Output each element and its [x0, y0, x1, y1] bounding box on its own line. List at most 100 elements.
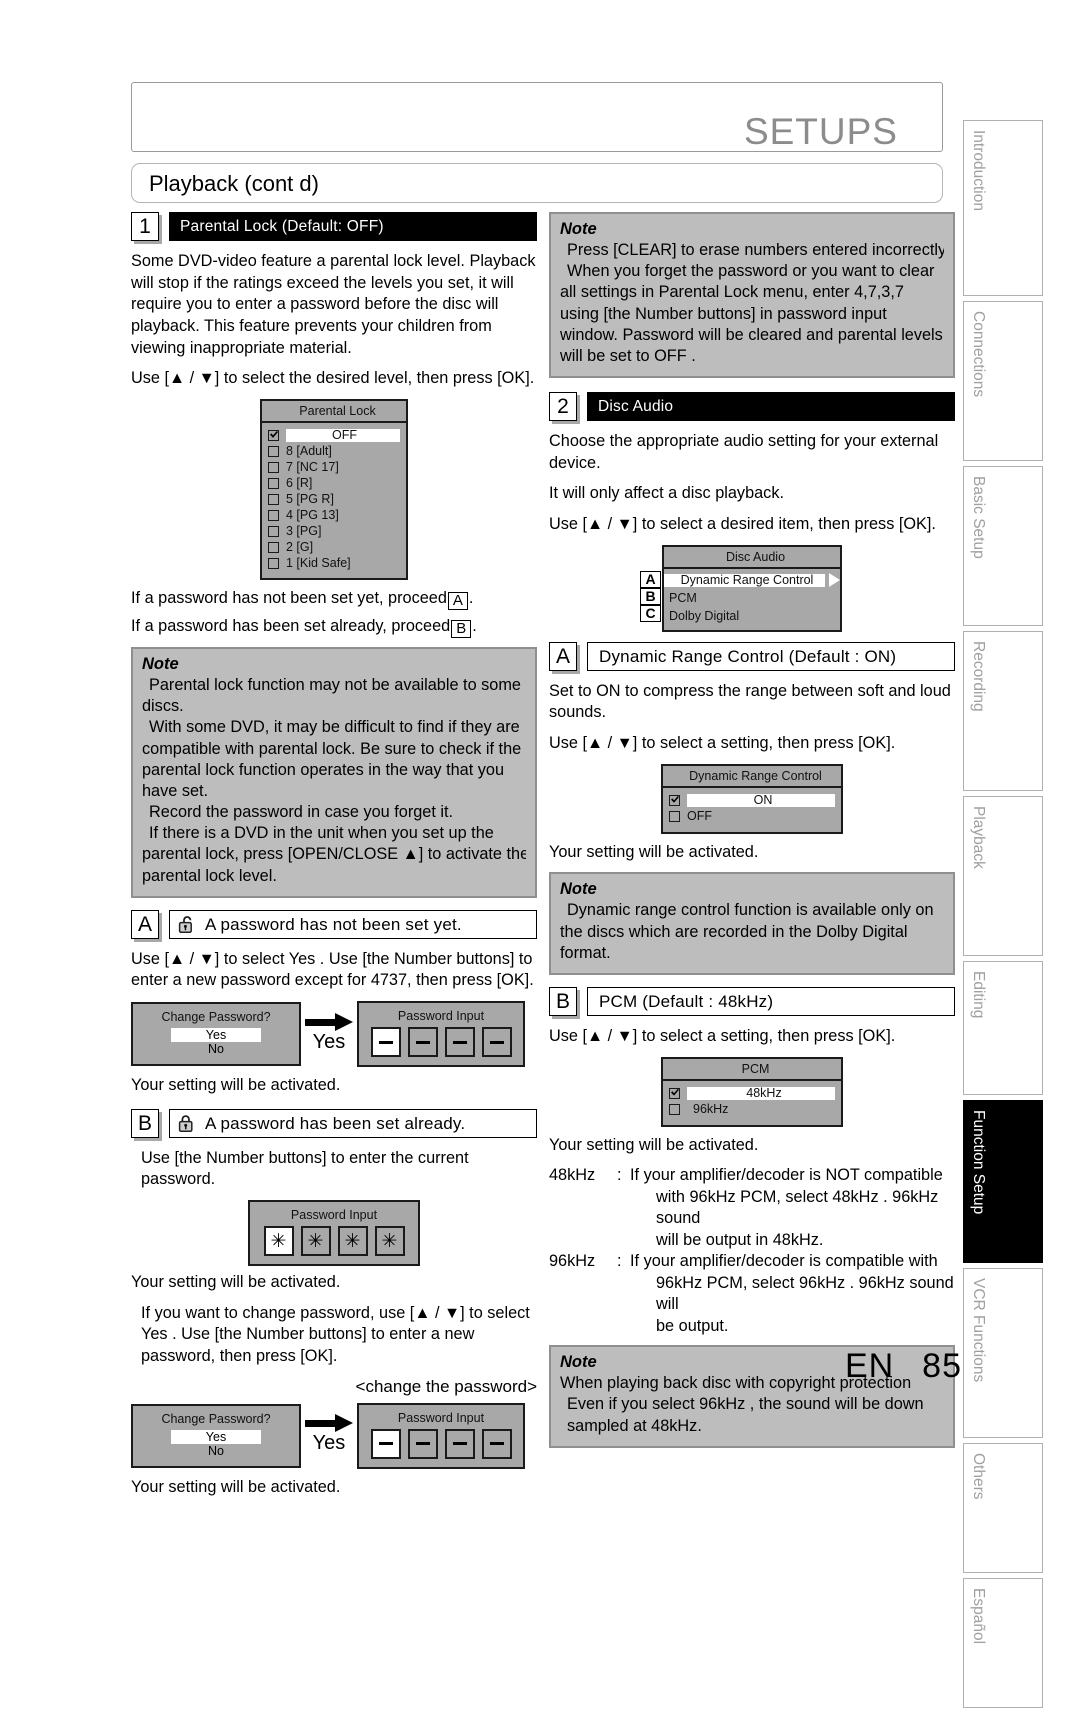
left-column: 1 Parental Lock (Default: OFF) Some DVD-…	[131, 212, 537, 1507]
section-title: Playback (cont d)	[149, 171, 319, 196]
disc-audio-item[interactable]: Dolby Digital	[664, 608, 840, 625]
section-a-tag: A	[131, 909, 159, 939]
proceed-a-text: If a password has not been set yet, proc…	[131, 589, 447, 608]
note-line: compatible with parental lock. Be sure t…	[142, 739, 522, 758]
sidebar-tab-playback[interactable]: Playback	[963, 796, 1043, 956]
disc-audio-item[interactable]: PCM	[664, 590, 840, 607]
sidebar-tab-basic-setup[interactable]: Basic Setup	[963, 466, 1043, 626]
note-line: window. Password will be cleared and par…	[560, 325, 943, 344]
sidebar-tab-function-setup[interactable]: Function Setup	[963, 1100, 1043, 1263]
parental-lock-item[interactable]: 3 [PG]	[268, 524, 400, 539]
sidebar-tab-espanol[interactable]: Español	[963, 1578, 1043, 1708]
pcm-def-line: with 96kHz PCM, select 48kHz . 96kHz sou…	[656, 1187, 939, 1228]
checkbox-icon[interactable]	[268, 510, 279, 522]
drc-item-label: OFF	[687, 809, 712, 824]
change-password-no[interactable]: No	[171, 1444, 261, 1458]
pcm-item[interactable]: 96kHz	[669, 1102, 835, 1118]
pcm-def-colon: :	[617, 1252, 622, 1271]
disc-audio-tag-stack: A B C	[640, 570, 661, 622]
pcm-def-term: 48kHz	[549, 1166, 596, 1185]
pcm-item[interactable]: 48kHz	[669, 1086, 835, 1102]
password-input-dialog[interactable]: Password Input	[357, 1001, 525, 1068]
pcm-def-line: If your amplifier/decoder is compatible …	[630, 1252, 938, 1271]
password-cell[interactable]	[370, 1428, 401, 1459]
password-input-dialog-b2[interactable]: Password Input	[357, 1402, 525, 1469]
sidebar-tab-others[interactable]: Others	[963, 1443, 1043, 1573]
password-cell[interactable]: ✳	[337, 1226, 368, 1257]
sidebar-tab-introduction[interactable]: Introduction	[963, 120, 1043, 296]
change-password-caption: Change Password?	[161, 1010, 271, 1025]
password-cell[interactable]: ✳	[374, 1226, 405, 1257]
password-cell[interactable]	[407, 1027, 438, 1058]
section-b-title: A password has been set already.	[205, 1113, 466, 1133]
checkbox-icon[interactable]	[669, 811, 680, 823]
checkbox-checked-icon[interactable]	[669, 1087, 680, 1099]
password-input-dialog-b[interactable]: Password Input ✳ ✳ ✳ ✳	[248, 1200, 420, 1267]
drc-section-tag: A	[549, 641, 577, 671]
disc-audio-item[interactable]: Dynamic Range Control	[664, 572, 840, 589]
sidebar-tab-editing[interactable]: Editing	[963, 961, 1043, 1095]
checkbox-icon[interactable]	[268, 558, 279, 570]
parental-lock-item[interactable]: 2 [G]	[268, 540, 400, 555]
password-cell[interactable]	[444, 1428, 475, 1459]
note-line: parental lock, press [OPEN/CLOSE ▲] to a…	[142, 845, 526, 864]
right-column: Note Press [CLEAR] to erase numbers ente…	[549, 212, 955, 1458]
section-a-after: Your setting will be activated.	[131, 1076, 341, 1095]
checkbox-icon[interactable]	[268, 462, 279, 474]
checkbox-checked-icon[interactable]	[669, 794, 680, 806]
arrow-right-icon	[305, 1012, 353, 1031]
sidebar-tab-vcr-functions[interactable]: VCR Functions	[963, 1268, 1043, 1438]
password-cell[interactable]: ✳	[263, 1226, 294, 1257]
sidebar-tab-connections[interactable]: Connections	[963, 301, 1043, 461]
section-b-after-2: Your setting will be activated.	[131, 1477, 341, 1496]
checkbox-icon[interactable]	[268, 446, 279, 458]
inline-tag-a: A	[447, 592, 468, 611]
checkbox-icon[interactable]	[268, 542, 279, 554]
pcm-def-term: 96kHz	[549, 1252, 596, 1271]
footer-page-number: 85	[922, 1347, 962, 1385]
checkbox-icon[interactable]	[669, 1104, 680, 1116]
parental-lock-item[interactable]: 6 [R]	[268, 476, 400, 491]
note-line: When you forget the password or you want…	[567, 262, 935, 281]
pcm-def-line: 96kHz PCM, select 96kHz . 96kHz sound wi…	[656, 1273, 954, 1314]
drc-item[interactable]: OFF	[669, 809, 835, 825]
checkbox-icon[interactable]	[268, 494, 279, 506]
sidebar-tab-label: Introduction	[970, 130, 987, 211]
step-1-heading: 1 Parental Lock (Default: OFF)	[131, 212, 537, 242]
parental-lock-item-label: 7 [NC 17]	[286, 460, 339, 475]
parental-lock-item[interactable]: 8 [Adult]	[268, 444, 400, 459]
password-cells	[369, 1027, 513, 1058]
change-password-no[interactable]: No	[171, 1042, 261, 1056]
change-password-dialog[interactable]: Change Password? Yes No	[131, 1002, 301, 1067]
checkbox-icon[interactable]	[268, 526, 279, 538]
disc-audio-menu[interactable]: Disc Audio Dynamic Range Control PCM Dol…	[662, 544, 842, 632]
parental-lock-item[interactable]: 4 [PG 13]	[268, 508, 400, 523]
parental-lock-menu[interactable]: Parental Lock OFF 8 [Adult] 7 [NC 17] 6 …	[260, 399, 408, 581]
change-password-caption-note: <change the password>	[355, 1376, 537, 1396]
sidebar-tab-recording[interactable]: Recording	[963, 631, 1043, 791]
drc-item[interactable]: ON	[669, 793, 835, 809]
password-cell[interactable]	[370, 1027, 401, 1058]
change-password-yes[interactable]: Yes	[171, 1429, 261, 1444]
password-cell[interactable]	[481, 1027, 512, 1058]
pcm-menu[interactable]: PCM 48kHz 96kHz	[661, 1056, 843, 1127]
password-cell[interactable]: ✳	[300, 1226, 331, 1257]
parental-lock-item[interactable]: 5 [PG R]	[268, 492, 400, 507]
drc-menu[interactable]: Dynamic Range Control ON OFF	[661, 763, 843, 834]
password-cell[interactable]	[481, 1428, 512, 1459]
password-cell[interactable]	[407, 1428, 438, 1459]
pcm-def-desc: If your amplifier/decoder is compatible …	[630, 1251, 955, 1337]
checkbox-checked-icon[interactable]	[268, 430, 279, 442]
change-password-dialog-b[interactable]: Change Password? Yes No	[131, 1403, 301, 1468]
parental-lock-item[interactable]: OFF	[268, 428, 400, 443]
note-line: format.	[560, 943, 611, 962]
checkbox-icon[interactable]	[268, 478, 279, 490]
note-line: Even if you select 96kHz , the sound wil…	[567, 1395, 924, 1414]
password-input-caption: Password Input	[290, 1208, 378, 1223]
sidebar-tab-label: Recording	[970, 641, 987, 712]
parental-lock-item[interactable]: 7 [NC 17]	[268, 460, 400, 475]
password-cell[interactable]	[444, 1027, 475, 1058]
section-b-tag: B	[131, 1108, 159, 1138]
change-password-yes[interactable]: Yes	[171, 1028, 261, 1043]
parental-lock-item[interactable]: 1 [Kid Safe]	[268, 556, 400, 571]
